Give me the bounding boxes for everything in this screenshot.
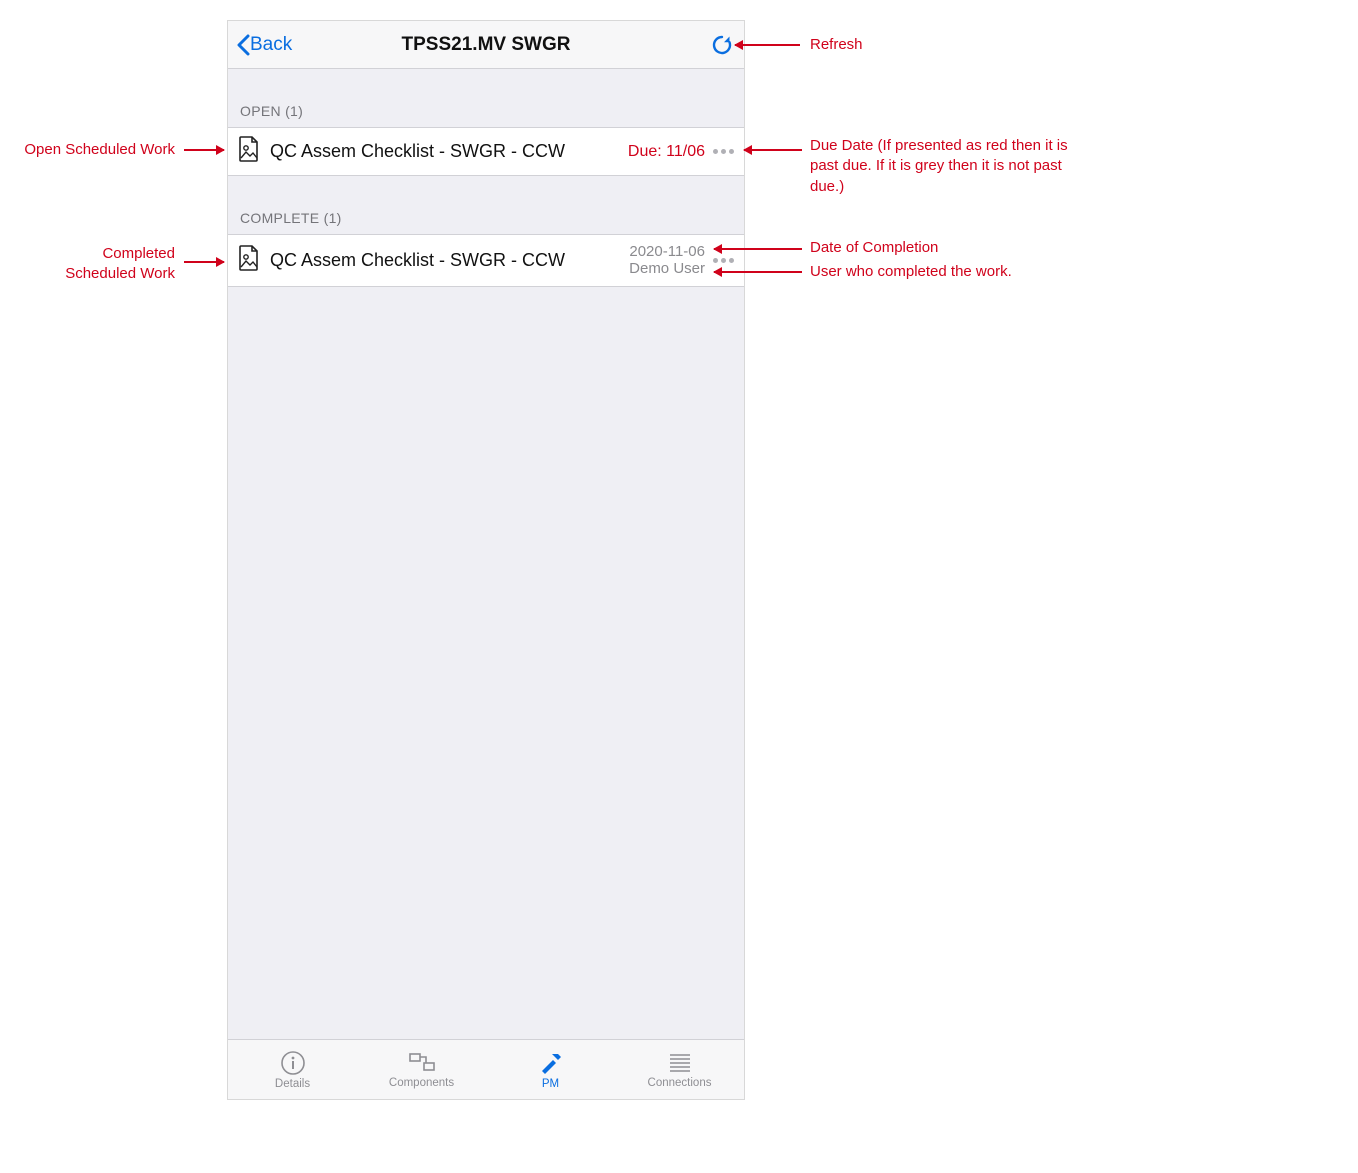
- document-icon: [238, 136, 260, 167]
- info-icon: [280, 1050, 306, 1076]
- callout-completed-user: User who completed the work.: [810, 262, 1012, 282]
- complete-work-title: QC Assem Checklist - SWGR - CCW: [270, 250, 629, 271]
- callout-refresh: Refresh: [810, 35, 863, 55]
- tab-label: Details: [275, 1078, 310, 1090]
- callout-due-date: Due Date (If presented as red then it is…: [810, 136, 1090, 197]
- back-label: Back: [250, 34, 292, 56]
- tab-label: Components: [389, 1077, 454, 1089]
- callout-arrow: [184, 149, 224, 151]
- tab-pm[interactable]: PM: [486, 1040, 615, 1099]
- more-menu-button[interactable]: [711, 254, 736, 267]
- open-work-row[interactable]: QC Assem Checklist - SWGR - CCW Due: 11/…: [228, 128, 744, 176]
- tab-components[interactable]: Components: [357, 1040, 486, 1099]
- callout-arrow: [744, 149, 802, 151]
- callout-arrow: [735, 44, 800, 46]
- tab-bar: Details Components PM: [228, 1039, 744, 1099]
- section-header-open: OPEN (1): [228, 69, 744, 128]
- tab-connections[interactable]: Connections: [615, 1040, 744, 1099]
- back-button[interactable]: Back: [236, 34, 292, 56]
- callout-completion-date: Date of Completion: [810, 238, 938, 258]
- tab-details[interactable]: Details: [228, 1040, 357, 1099]
- complete-work-row[interactable]: QC Assem Checklist - SWGR - CCW 2020-11-…: [228, 235, 744, 287]
- callout-open-work: Open Scheduled Work: [10, 140, 175, 160]
- components-icon: [408, 1051, 436, 1075]
- callout-completed-work: Completed Scheduled Work: [50, 244, 175, 285]
- callout-arrow: [184, 261, 224, 263]
- nav-header: Back TPSS21.MV SWGR: [228, 21, 744, 69]
- open-work-meta: Due: 11/06: [628, 143, 736, 161]
- callout-arrow: [714, 271, 802, 273]
- app-screen: Back TPSS21.MV SWGR OPEN (1) QC Assem Ch…: [227, 20, 745, 1100]
- page-title: TPSS21.MV SWGR: [228, 34, 744, 56]
- hammer-icon: [537, 1050, 565, 1076]
- completion-date: 2020-11-06: [629, 243, 705, 260]
- completed-by-user: Demo User: [629, 260, 705, 277]
- document-icon: [238, 245, 260, 276]
- tab-label: Connections: [648, 1077, 712, 1089]
- due-date-label: Due: 11/06: [628, 143, 705, 161]
- refresh-icon: [710, 33, 734, 57]
- chevron-left-icon: [236, 34, 250, 56]
- section-header-complete: COMPLETE (1): [228, 176, 744, 235]
- open-work-title: QC Assem Checklist - SWGR - CCW: [270, 141, 628, 162]
- connections-icon: [667, 1051, 693, 1075]
- tab-label: PM: [542, 1078, 559, 1090]
- callout-arrow: [714, 248, 802, 250]
- more-menu-button[interactable]: [711, 145, 736, 158]
